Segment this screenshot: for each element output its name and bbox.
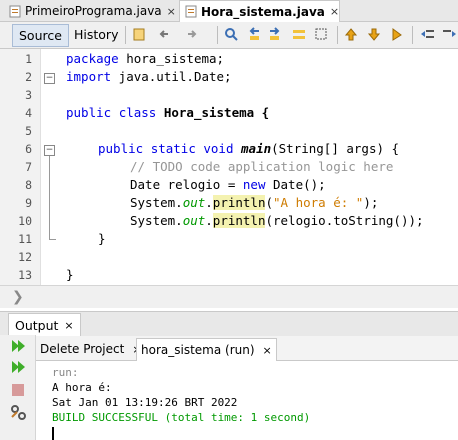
toggle-highlight-icon[interactable] — [292, 27, 307, 42]
close-icon[interactable]: × — [64, 319, 73, 332]
line-number: 2 — [25, 70, 32, 84]
output-tab[interactable]: Output × — [8, 313, 81, 336]
line-number: 7 — [25, 160, 32, 174]
close-icon[interactable]: × — [167, 5, 176, 18]
tab-label: Hora_sistema.java — [201, 4, 325, 19]
fold-toggle-icon[interactable]: − — [44, 145, 55, 156]
editor-navigation-bar: ❯ — [0, 285, 458, 308]
close-icon[interactable]: × — [263, 344, 272, 357]
next-bookmark-icon[interactable] — [367, 27, 382, 42]
subtab-label: hora_sistema (run) — [141, 343, 255, 357]
line-number: 12 — [18, 250, 32, 264]
shift-right-icon[interactable] — [442, 27, 457, 42]
fold-toggle-icon[interactable]: − — [44, 73, 55, 84]
stop-icon[interactable] — [10, 382, 27, 399]
console-line: Sat Jan 01 13:19:26 BRT 2022 — [52, 396, 238, 409]
toggle-bookmark-icon[interactable] — [390, 27, 405, 42]
rerun-icon[interactable] — [10, 338, 27, 355]
console-line: BUILD SUCCESSFUL (total time: 1 second) — [52, 411, 311, 424]
line-number: 11 — [18, 232, 32, 246]
line-number: 1 — [25, 52, 32, 66]
shift-left-icon[interactable] — [420, 27, 435, 42]
code-line-2: import java.util.Date; — [66, 69, 232, 84]
code-line-11: } — [98, 231, 106, 246]
subtab-delete-project[interactable]: Delete Project × — [36, 338, 146, 360]
settings-icon[interactable] — [10, 404, 27, 421]
find-previous-icon[interactable] — [246, 27, 261, 42]
code-line-9: System.out.println("A hora é: "); — [130, 195, 379, 210]
subtab-hora-sistema-run[interactable]: hora_sistema (run) × — [136, 338, 277, 361]
line-number: 6 — [25, 142, 32, 156]
editor-file-tabs: PrimeiroPrograma.java × Hora_sistema.jav… — [0, 0, 458, 22]
find-next-icon[interactable] — [268, 27, 283, 42]
console-line: A hora é: — [52, 381, 112, 394]
chevron-right-icon[interactable]: ❯ — [12, 289, 24, 305]
line-number: 13 — [18, 268, 32, 282]
editor-toolbar: Source History — [0, 22, 458, 49]
console-line: run: — [52, 366, 79, 379]
source-button[interactable]: Source — [12, 24, 69, 47]
code-line-4: public class Hora_sistema { — [66, 105, 270, 120]
code-line-1: package hora_sistema; — [66, 51, 225, 66]
code-line-7: // TODO code application logic here — [130, 159, 394, 174]
line-number: 9 — [25, 196, 32, 210]
output-subtabs: Delete Project × hora_sistema (run) × — [36, 336, 458, 361]
line-number: 5 — [25, 124, 32, 138]
line-number: 4 — [25, 106, 32, 120]
code-line-8: Date relogio = new Date(); — [130, 177, 326, 192]
line-number: 3 — [25, 88, 32, 102]
output-side-toolbar — [0, 335, 36, 440]
history-button[interactable]: History — [68, 24, 124, 45]
output-tab-label: Output — [15, 317, 59, 333]
line-number-gutter: 1 2 3 4 5 6 7 8 9 10 11 12 13 — [0, 49, 41, 285]
tab-label: PrimeiroPrograma.java — [25, 4, 162, 18]
code-line-6: public static void main(String[] args) { — [98, 141, 400, 156]
line-number: 8 — [25, 178, 32, 192]
forward-icon[interactable] — [185, 27, 200, 42]
text-cursor — [52, 427, 54, 440]
java-file-icon — [9, 5, 21, 18]
output-console[interactable]: run: A hora é: Sat Jan 01 13:19:26 BRT 2… — [36, 361, 458, 440]
code-line-13: } — [66, 267, 74, 282]
previous-bookmark-icon[interactable] — [344, 27, 359, 42]
line-number: 10 — [18, 214, 32, 228]
subtab-label: Delete Project — [40, 342, 125, 356]
rectangular-select-icon[interactable] — [314, 27, 329, 42]
tab-primeiro-programa[interactable]: PrimeiroPrograma.java × — [4, 1, 176, 21]
search-icon[interactable] — [224, 27, 239, 42]
last-edit-icon[interactable] — [132, 27, 147, 42]
back-icon[interactable] — [157, 27, 172, 42]
tab-hora-sistema[interactable]: Hora_sistema.java × — [179, 0, 341, 22]
fold-guide — [49, 156, 50, 240]
close-icon[interactable]: × — [330, 5, 339, 18]
code-editor[interactable]: 1 2 3 4 5 6 7 8 9 10 11 12 13 − − packag… — [0, 49, 458, 285]
rerun-with-params-icon[interactable] — [10, 359, 27, 376]
output-window-header: Output × — [0, 311, 458, 336]
code-line-10: System.out.println(relogio.toString()); — [130, 213, 424, 228]
java-file-icon — [185, 5, 197, 18]
